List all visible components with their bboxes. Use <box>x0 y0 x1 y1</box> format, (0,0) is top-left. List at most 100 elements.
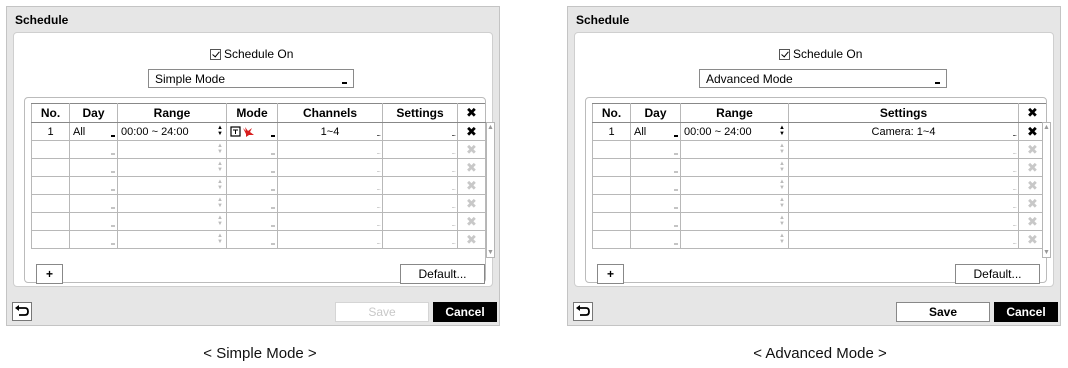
channels-cell[interactable]: ... <box>277 194 383 213</box>
schedule-on-checkbox[interactable]: Schedule On <box>779 47 862 61</box>
table-scrollbar[interactable]: ▲ ▼ <box>1042 122 1051 258</box>
spinner-arrows-icon[interactable]: ▲ ▼ <box>779 215 785 227</box>
spinner-arrows-icon[interactable]: ▲ ▼ <box>779 179 785 191</box>
settings-cell[interactable]: ... <box>788 230 1019 249</box>
default-button[interactable]: Default... <box>955 264 1040 284</box>
ellipsis-icon[interactable]: ... <box>1012 148 1017 156</box>
day-select[interactable] <box>630 194 681 213</box>
close-icon[interactable]: ✖ <box>461 124 482 140</box>
ellipsis-icon[interactable]: ... <box>1012 130 1017 138</box>
ellipsis-icon[interactable]: ... <box>1012 166 1017 174</box>
settings-cell[interactable]: ... <box>382 176 458 195</box>
day-select[interactable] <box>69 194 118 213</box>
row-channels[interactable]: 1~4... <box>277 122 383 141</box>
channels-cell[interactable]: ... <box>277 212 383 231</box>
spinner-arrows-icon[interactable]: ▲ ▼ <box>779 233 785 245</box>
close-icon[interactable]: ✖ <box>1022 178 1043 194</box>
ellipsis-icon[interactable]: ... <box>376 166 381 174</box>
range-spinner[interactable]: ▲ ▼ <box>680 212 789 231</box>
close-icon[interactable]: ✖ <box>461 196 482 212</box>
settings-cell[interactable]: ... <box>788 140 1019 159</box>
add-schedule-button[interactable]: + <box>597 264 624 284</box>
close-icon[interactable]: ✖ <box>1022 196 1043 212</box>
settings-cell[interactable]: ... <box>382 212 458 231</box>
spinner-arrows-icon[interactable]: ▲ ▼ <box>217 179 223 191</box>
ellipsis-icon[interactable]: ... <box>451 148 456 156</box>
range-spinner[interactable]: ▲ ▼ <box>680 140 789 159</box>
settings-cell[interactable]: ... <box>382 194 458 213</box>
row-delete-button[interactable]: ✖ <box>457 140 486 159</box>
close-icon[interactable]: ✖ <box>1022 160 1043 176</box>
row-mode-select[interactable] <box>226 122 278 141</box>
ellipsis-icon[interactable]: ... <box>376 238 381 246</box>
ellipsis-icon[interactable]: ... <box>451 220 456 228</box>
range-spinner[interactable]: ▲ ▼ <box>117 158 227 177</box>
mode-select[interactable] <box>226 176 278 195</box>
row-day-select[interactable]: All <box>69 122 118 141</box>
add-schedule-button[interactable]: + <box>36 264 63 284</box>
ellipsis-icon[interactable]: ... <box>376 184 381 192</box>
settings-cell[interactable]: ... <box>788 212 1019 231</box>
mode-select[interactable] <box>226 212 278 231</box>
ellipsis-icon[interactable]: ... <box>376 130 381 138</box>
mode-select[interactable] <box>226 158 278 177</box>
row-delete-button[interactable]: ✖ <box>457 230 486 249</box>
scroll-down-icon[interactable]: ▼ <box>1043 248 1050 257</box>
range-spinner[interactable]: ▲ ▼ <box>117 140 227 159</box>
ellipsis-icon[interactable]: ... <box>451 238 456 246</box>
back-arrow-icon[interactable] <box>574 303 592 320</box>
row-delete-button[interactable]: ✖ <box>457 194 486 213</box>
channels-cell[interactable]: ... <box>277 158 383 177</box>
settings-cell[interactable]: ... <box>382 230 458 249</box>
ellipsis-icon[interactable]: ... <box>1012 238 1017 246</box>
delete-all-button[interactable]: ✖ <box>1018 103 1047 123</box>
ellipsis-icon[interactable]: ... <box>376 148 381 156</box>
save-button[interactable]: Save <box>896 302 990 322</box>
delete-all-button[interactable]: ✖ <box>457 103 486 123</box>
mode-select[interactable] <box>226 194 278 213</box>
channels-cell[interactable]: ... <box>277 230 383 249</box>
close-icon[interactable]: ✖ <box>461 105 482 121</box>
spinner-arrows-icon[interactable]: ▲ ▼ <box>779 125 785 137</box>
ellipsis-icon[interactable]: ... <box>376 220 381 228</box>
day-select[interactable] <box>69 212 118 231</box>
row-day-select[interactable]: All <box>630 122 681 141</box>
spinner-arrows-icon[interactable]: ▲ ▼ <box>217 233 223 245</box>
ellipsis-icon[interactable]: ... <box>451 202 456 210</box>
ellipsis-icon[interactable]: ... <box>451 184 456 192</box>
schedule-on-checkbox[interactable]: Schedule On <box>210 47 293 61</box>
row-settings[interactable]: ... <box>382 122 458 141</box>
scroll-up-icon[interactable]: ▲ <box>487 123 494 132</box>
settings-cell[interactable]: ... <box>382 158 458 177</box>
back-arrow-icon[interactable] <box>13 303 31 320</box>
row-range-spinner[interactable]: 00:00 ~ 24:00 ▲ ▼ <box>117 122 227 141</box>
spinner-arrows-icon[interactable]: ▲ ▼ <box>217 161 223 173</box>
cancel-button[interactable]: Cancel <box>994 302 1058 322</box>
scroll-down-icon[interactable]: ▼ <box>487 248 494 257</box>
row-delete-button[interactable]: ✖ <box>457 176 486 195</box>
channels-cell[interactable]: ... <box>277 140 383 159</box>
cancel-button[interactable]: Cancel <box>433 302 497 322</box>
spinner-arrows-icon[interactable]: ▲ ▼ <box>779 197 785 209</box>
default-button[interactable]: Default... <box>400 264 485 284</box>
close-icon[interactable]: ✖ <box>1022 124 1043 140</box>
row-range-spinner[interactable]: 00:00 ~ 24:00 ▲ ▼ <box>680 122 789 141</box>
close-icon[interactable]: ✖ <box>1022 214 1043 230</box>
settings-cell[interactable]: ... <box>788 176 1019 195</box>
range-spinner[interactable]: ▲ ▼ <box>117 212 227 231</box>
spinner-arrows-icon[interactable]: ▲ ▼ <box>217 215 223 227</box>
ellipsis-icon[interactable]: ... <box>1012 184 1017 192</box>
spinner-arrows-icon[interactable]: ▲ ▼ <box>779 143 785 155</box>
checkbox-checked-icon[interactable] <box>210 48 221 60</box>
day-select[interactable] <box>630 176 681 195</box>
range-spinner[interactable]: ▲ ▼ <box>680 176 789 195</box>
settings-cell[interactable]: ... <box>788 158 1019 177</box>
range-spinner[interactable]: ▲ ▼ <box>117 194 227 213</box>
scroll-up-icon[interactable]: ▲ <box>1043 123 1050 132</box>
ellipsis-icon[interactable]: ... <box>376 202 381 210</box>
ellipsis-icon[interactable]: ... <box>451 130 456 138</box>
row-settings[interactable]: Camera: 1~4... <box>788 122 1019 141</box>
row-delete-button[interactable]: ✖ <box>457 212 486 231</box>
ellipsis-icon[interactable]: ... <box>451 166 456 174</box>
spinner-arrows-icon[interactable]: ▲ ▼ <box>217 143 223 155</box>
